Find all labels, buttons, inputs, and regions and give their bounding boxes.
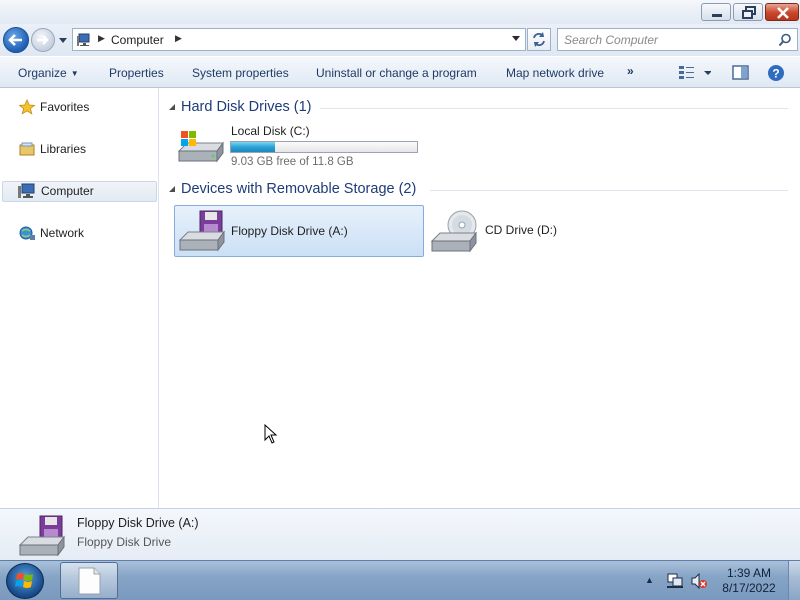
mouse-cursor-icon [264,424,278,444]
group-divider [430,190,788,191]
uninstall-program-button[interactable]: Uninstall or change a program [316,66,477,80]
navigation-pane: Favorites Libraries Computer Network [0,88,159,508]
nav-item-label: Computer [41,184,94,198]
nav-item-label: Network [40,226,85,240]
forward-arrow-icon [37,35,49,45]
back-arrow-icon [8,34,22,46]
group-header-hard-disk-drives[interactable]: Hard Disk Drives (1) [168,98,796,118]
show-desktop-button[interactable] [788,561,800,600]
taskbar-explorer-button[interactable] [60,562,118,599]
floppy-drive-icon [18,515,65,557]
clock-time: 1:39 AM [726,566,772,580]
floppy-drive-icon [178,210,225,252]
nav-item-libraries[interactable]: Libraries [2,139,157,160]
more-commands-button[interactable]: » [627,64,634,78]
libraries-icon [19,142,35,156]
system-properties-button[interactable]: System properties [192,66,289,80]
command-bar: Organize ▼ Properties System properties U… [0,56,800,88]
star-icon [18,99,36,115]
group-header-removable-storage[interactable]: Devices with Removable Storage (2) [168,180,796,200]
capacity-bar [230,141,418,153]
restore-button[interactable] [733,3,763,21]
breadcrumb-separator-icon[interactable]: ▶ [98,33,105,44]
organize-label: Organize [18,66,67,80]
drive-free-space: 9.03 GB free of 11.8 GB [231,156,354,168]
preview-pane-icon [732,65,749,80]
search-input[interactable] [564,32,769,48]
close-icon [777,7,789,19]
document-icon [78,567,101,595]
details-item-type: Floppy Disk Drive [77,535,172,549]
group-title: Devices with Removable Storage (2) [181,181,417,197]
forward-button[interactable] [31,28,55,52]
content-pane: Hard Disk Drives (1) Local Disk (C:) 9.0… [160,88,800,508]
computer-icon [77,33,90,46]
navigation-bar: ▶ Computer ▶ [0,24,800,56]
breadcrumb-computer[interactable]: Computer [111,33,164,47]
network-status-icon[interactable] [666,573,684,589]
details-item-name: Floppy Disk Drive (A:) [77,516,199,530]
preview-pane-button[interactable] [732,64,750,85]
svg-text:?: ? [772,67,779,81]
system-clock[interactable]: 1:39 AM 8/17/2022 [716,566,782,596]
taskbar: ▲ 1:39 AM 8/17/2022 [0,560,800,600]
refresh-button[interactable] [527,28,551,51]
view-options-icon [679,66,712,79]
search-icon[interactable] [778,33,792,47]
nav-item-label: Favorites [40,100,90,114]
volume-muted-icon[interactable] [690,573,708,589]
network-icon [19,226,35,240]
organize-button[interactable]: Organize ▼ [18,66,79,80]
address-bar[interactable]: ▶ Computer ▶ [72,28,526,51]
restore-icon [742,6,756,19]
collapse-triangle-icon[interactable] [168,103,177,112]
drive-name: Local Disk (C:) [231,124,310,138]
collapse-triangle-icon[interactable] [168,185,177,194]
hard-disk-icon [177,131,224,163]
properties-button[interactable]: Properties [109,66,164,80]
help-button[interactable]: ? [767,64,785,85]
drive-tile-floppy-a[interactable]: Floppy Disk Drive (A:) [174,205,424,257]
chevron-down-icon [59,38,67,43]
recent-pages-button[interactable] [57,35,69,45]
computer-icon [18,183,35,198]
minimize-icon [712,14,722,17]
back-button[interactable] [3,27,29,53]
drive-name: Floppy Disk Drive (A:) [231,224,348,238]
details-pane: Floppy Disk Drive (A:) Floppy Disk Drive [0,508,800,560]
nav-item-favorites[interactable]: Favorites [2,97,157,118]
capacity-bar-fill [231,142,275,152]
help-icon: ? [768,65,784,81]
chevron-down-icon: ▼ [70,69,79,78]
group-divider [320,108,788,109]
nav-item-label: Libraries [40,142,87,156]
map-network-drive-button[interactable]: Map network drive [506,66,604,80]
drive-tile-cd-d[interactable]: CD Drive (D:) [428,205,678,257]
start-button[interactable] [6,563,44,599]
cd-drive-icon [430,210,477,253]
search-box[interactable] [557,28,798,51]
close-button[interactable] [765,3,799,21]
refresh-icon [533,32,545,47]
group-title: Hard Disk Drives (1) [181,99,312,115]
drive-tile-local-disk-c[interactable]: Local Disk (C:) 9.03 GB free of 11.8 GB [174,120,444,170]
show-hidden-icons-button[interactable]: ▲ [645,575,654,585]
nav-item-network[interactable]: Network [2,223,157,244]
change-view-button[interactable] [677,64,712,85]
address-dropdown-icon[interactable] [511,35,521,43]
minimize-button[interactable] [701,3,731,21]
clock-date: 8/17/2022 [722,581,776,595]
breadcrumb-separator-icon[interactable]: ▶ [175,33,182,44]
nav-item-computer[interactable]: Computer [2,181,157,202]
drive-name: CD Drive (D:) [485,223,557,237]
windows-logo-icon [15,573,33,588]
title-bar [0,0,800,24]
